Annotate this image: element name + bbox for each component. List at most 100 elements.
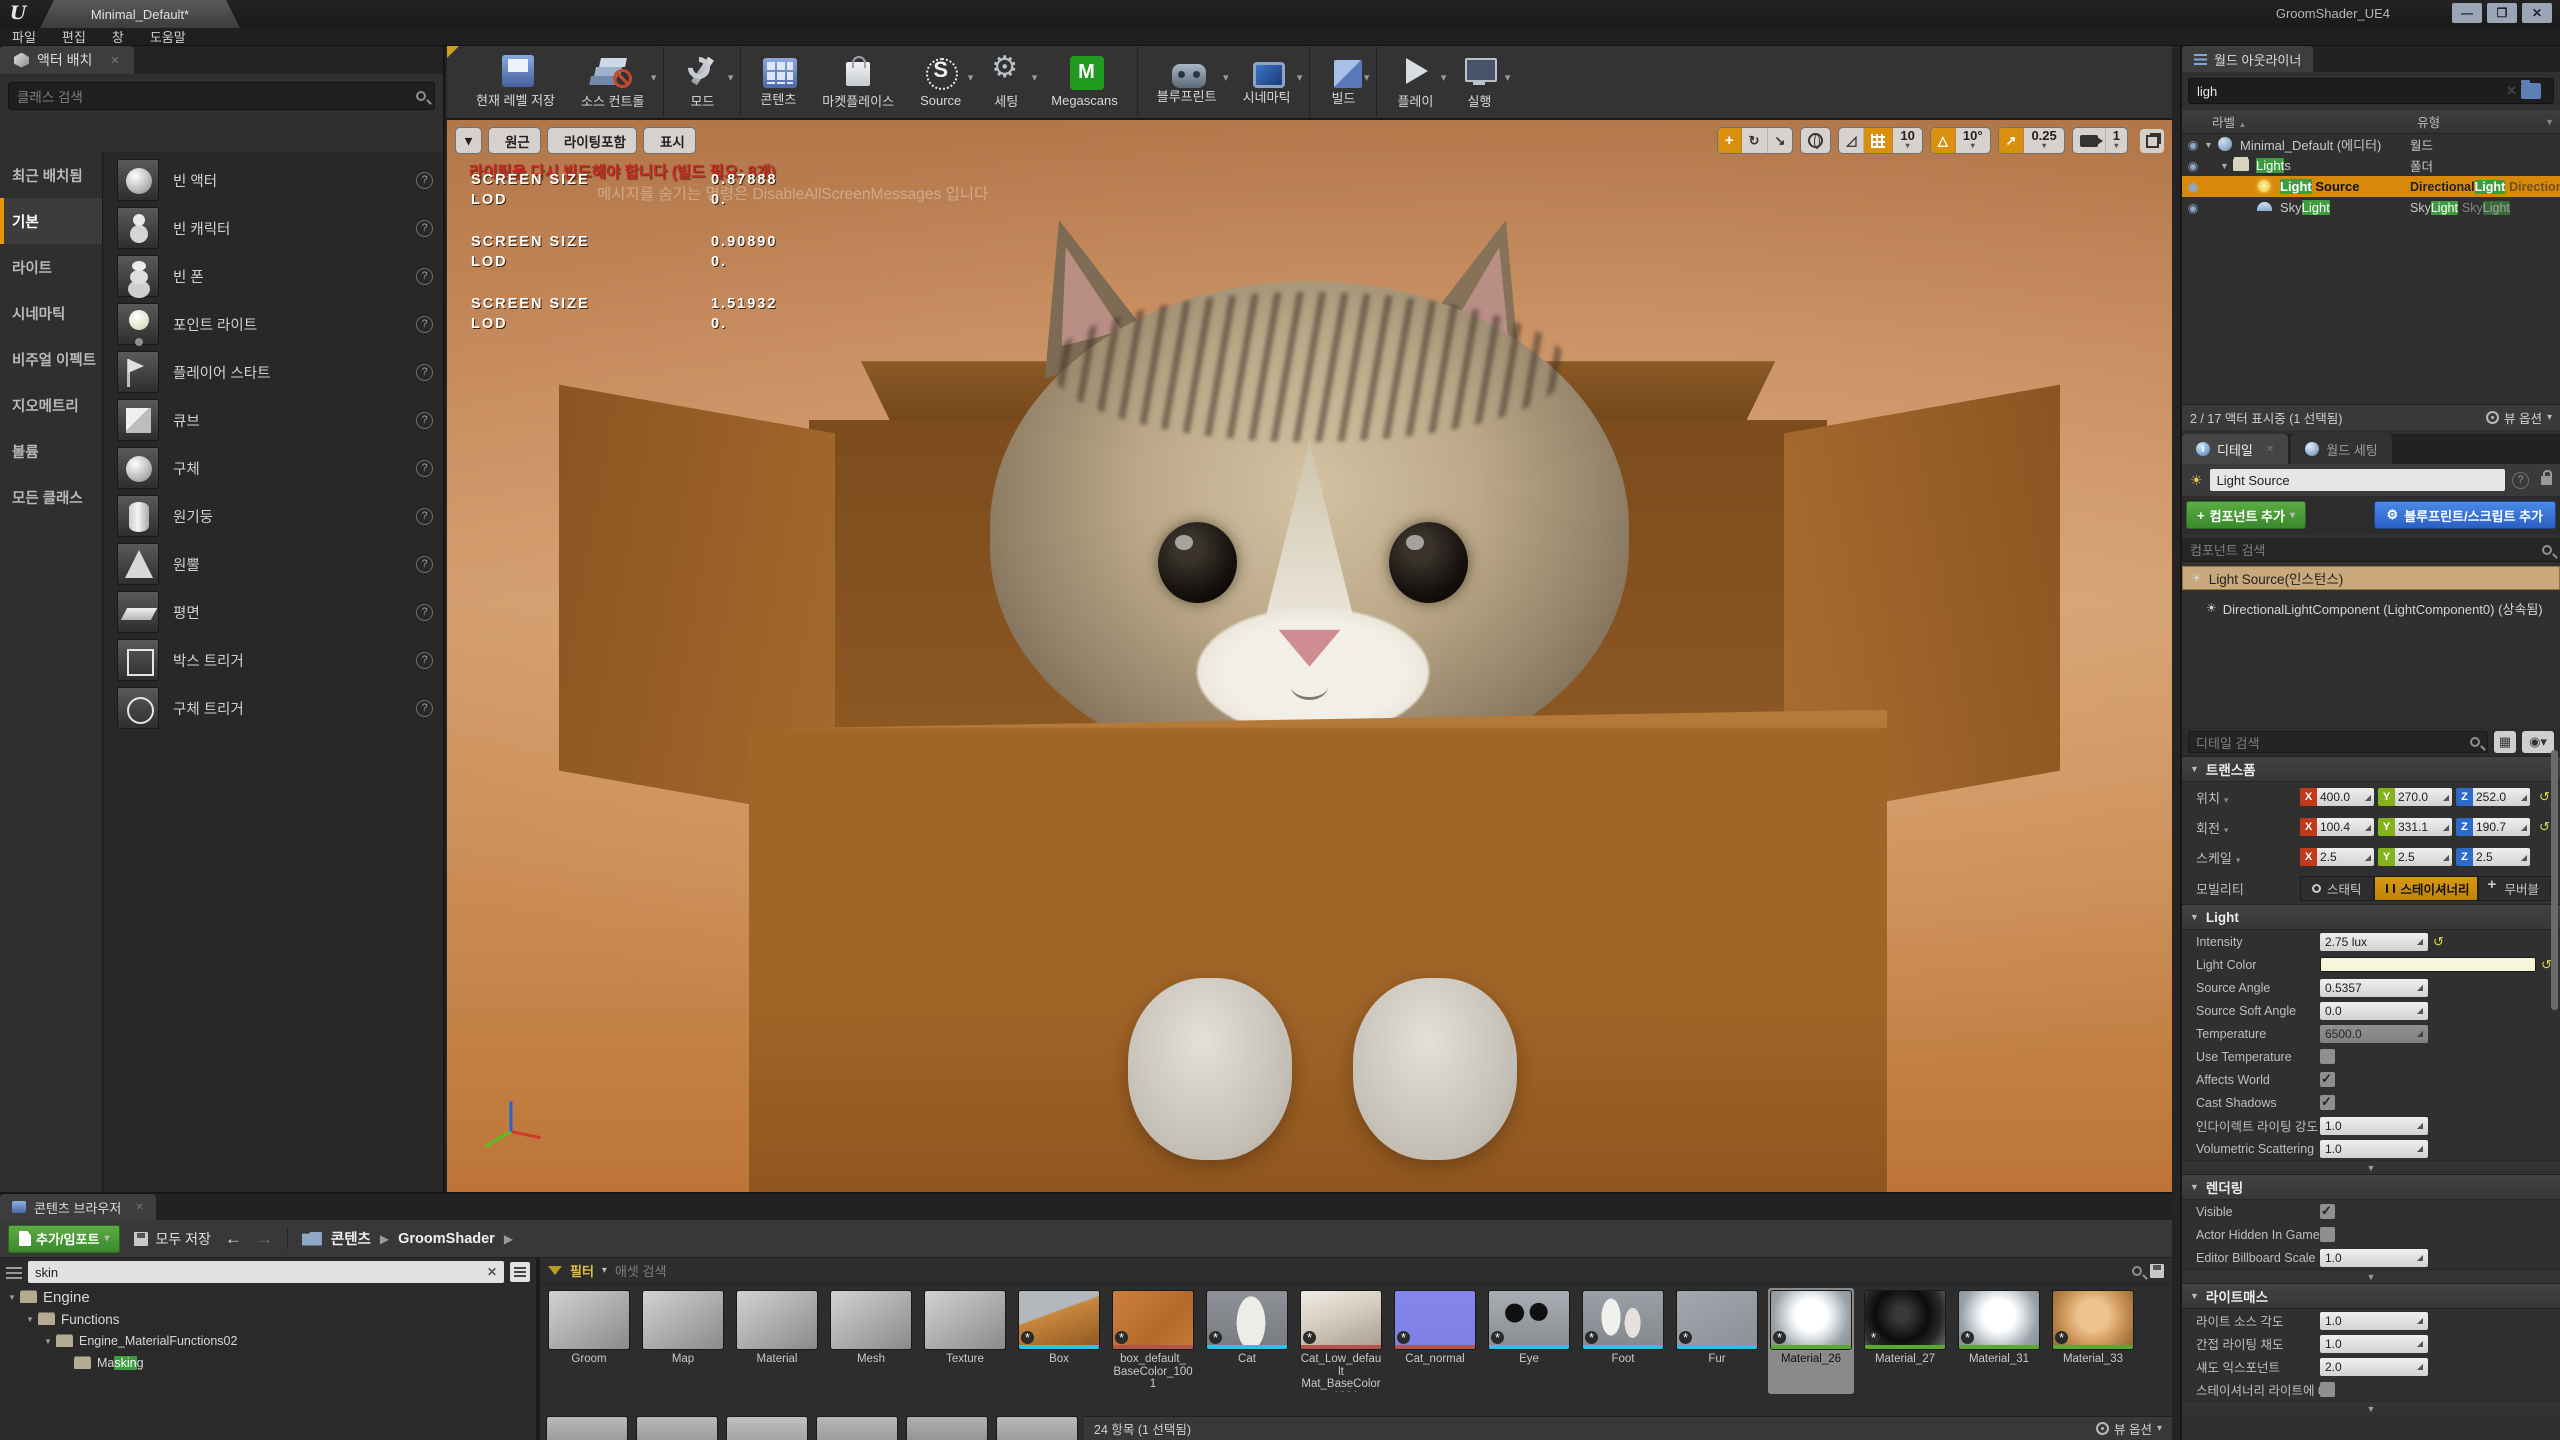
asset-tile[interactable]: * Mesh bbox=[828, 1288, 914, 1394]
asset-tile[interactable]: * Material_33 bbox=[2050, 1288, 2136, 1394]
help-icon[interactable]: ? bbox=[416, 652, 433, 669]
actor-category[interactable]: 모든 클래스 bbox=[0, 474, 102, 520]
mobility-option[interactable]: 무버블 bbox=[2478, 876, 2552, 901]
asset-tile-partial[interactable] bbox=[996, 1416, 1078, 1440]
clear-search-icon[interactable]: ✕ bbox=[2506, 83, 2517, 99]
class-search-input[interactable]: 클래스 검색 bbox=[8, 82, 435, 110]
chevron-down-icon[interactable]: ▾ bbox=[602, 1265, 607, 1276]
actor-item[interactable]: 빈 액터 ? bbox=[103, 156, 443, 204]
visibility-eye-icon[interactable]: ◉ bbox=[2182, 159, 2204, 173]
property-section-header[interactable]: ▼ 라이트매스 bbox=[2182, 1283, 2560, 1309]
help-icon[interactable]: ? bbox=[416, 172, 433, 189]
outliner-search-input[interactable]: ligh ✕ bbox=[2188, 78, 2554, 104]
maximize-button[interactable]: ❐ bbox=[2487, 3, 2517, 23]
property-value-field[interactable]: 1.0◢ bbox=[2320, 1140, 2428, 1158]
save-all-button[interactable]: 모두 저장 bbox=[134, 1229, 210, 1249]
asset-tile[interactable]: * Cat bbox=[1204, 1288, 1290, 1394]
asset-tile[interactable]: * Cat_normal bbox=[1392, 1288, 1478, 1394]
mobility-option[interactable]: 스테이셔너리 bbox=[2374, 876, 2478, 901]
property-value-field[interactable]: 0.5357◢ bbox=[2320, 979, 2428, 997]
chevron-down-icon[interactable]: ▾ bbox=[728, 71, 734, 84]
spinner-icon[interactable]: ◢ bbox=[2417, 937, 2423, 946]
move-tool-button[interactable]: + bbox=[1718, 128, 1742, 153]
actor-item[interactable]: 포인트 라이트 ? bbox=[103, 300, 443, 348]
actor-item[interactable]: 원기둥 ? bbox=[103, 492, 443, 540]
expand-arrow-icon[interactable]: ▼ bbox=[42, 1337, 54, 1346]
camera-speed-value[interactable]: 1▾ bbox=[2106, 128, 2127, 153]
outliner-view-options-button[interactable]: 뷰 옵션▾ bbox=[2486, 408, 2552, 427]
asset-tile[interactable]: * Material_27 bbox=[1862, 1288, 1948, 1394]
actor-item[interactable]: 플레이어 스타트 ? bbox=[103, 348, 443, 396]
actor-category[interactable]: 시네마틱 bbox=[0, 290, 102, 336]
property-section-header[interactable]: ▼ 렌더링 bbox=[2182, 1174, 2560, 1200]
asset-tile[interactable]: * Foot bbox=[1580, 1288, 1666, 1394]
actor-item[interactable]: 큐브 ? bbox=[103, 396, 443, 444]
camera-speed-button[interactable] bbox=[2073, 128, 2106, 153]
asset-tile[interactable]: * Material_31 bbox=[1956, 1288, 2042, 1394]
toolbar-button[interactable]: 마켓플레이스 ▾ bbox=[809, 47, 907, 117]
toolbar-button[interactable]: 실행 ▾ bbox=[1447, 47, 1511, 117]
expand-arrow-icon[interactable]: ▼ bbox=[24, 1315, 36, 1324]
help-icon[interactable]: ? bbox=[416, 700, 433, 717]
transform-z-field[interactable]: 190.7◢ bbox=[2473, 818, 2530, 836]
scale-snap-value[interactable]: 0.25▾ bbox=[2024, 128, 2063, 153]
folder-tree-row[interactable]: ▼ Engine bbox=[0, 1286, 536, 1308]
help-icon[interactable]: ? bbox=[416, 412, 433, 429]
checkbox[interactable] bbox=[2320, 1049, 2335, 1064]
property-value-field[interactable]: 1.0◢ bbox=[2320, 1335, 2428, 1353]
spinner-icon[interactable]: ◢ bbox=[2417, 1253, 2423, 1262]
asset-tile-partial[interactable] bbox=[906, 1416, 988, 1440]
folder-tree-row[interactable]: ▼ Engine_MaterialFunctions02 bbox=[0, 1330, 536, 1352]
spinner-icon[interactable]: ◢ bbox=[2521, 853, 2527, 862]
add-import-button[interactable]: 추가/임포트 ▾ bbox=[8, 1225, 120, 1253]
component-search-input[interactable]: 컴포넌트 검색 bbox=[2182, 538, 2560, 562]
visibility-eye-icon[interactable]: ◉ bbox=[2182, 201, 2204, 215]
spinner-icon[interactable]: ◢ bbox=[2365, 853, 2371, 862]
asset-tile[interactable]: * Texture bbox=[922, 1288, 1008, 1394]
section-collapse-icon[interactable]: ▼ bbox=[2190, 1291, 2199, 1301]
actor-category[interactable]: 지오메트리 bbox=[0, 382, 102, 428]
actor-item[interactable]: 구체 ? bbox=[103, 444, 443, 492]
help-icon[interactable]: ? bbox=[416, 604, 433, 621]
section-expander[interactable]: ▼ bbox=[2182, 1401, 2560, 1415]
scale-tool-button[interactable]: ↘ bbox=[1768, 128, 1793, 153]
spinner-icon[interactable]: ◢ bbox=[2443, 823, 2449, 832]
section-expander[interactable]: ▼ bbox=[2182, 1269, 2560, 1283]
spinner-icon[interactable]: ◢ bbox=[2365, 793, 2371, 802]
asset-tile-partial[interactable] bbox=[546, 1416, 628, 1440]
property-matrix-icon[interactable]: ▦ bbox=[2494, 731, 2516, 753]
content-view-options-button[interactable]: 뷰 옵션▾ bbox=[2096, 1419, 2162, 1438]
help-icon[interactable]: ? bbox=[2512, 472, 2529, 489]
spinner-icon[interactable]: ◢ bbox=[2417, 1316, 2423, 1325]
checkbox[interactable] bbox=[2320, 1072, 2335, 1087]
color-swatch[interactable] bbox=[2320, 957, 2536, 972]
grid-snap-toggle[interactable] bbox=[1864, 128, 1893, 153]
actor-name-field[interactable]: Light Source bbox=[2210, 469, 2505, 491]
spinner-icon[interactable]: ◢ bbox=[2417, 983, 2423, 992]
actor-category[interactable]: 비주얼 이펙트 bbox=[0, 336, 102, 382]
help-icon[interactable]: ? bbox=[416, 364, 433, 381]
viewport-mode-button[interactable]: 표시 bbox=[643, 127, 696, 154]
spinner-icon[interactable]: ◢ bbox=[2443, 793, 2449, 802]
toolbar-button[interactable]: 시네마틱 ▾ bbox=[1230, 47, 1304, 117]
rotation-snap-value[interactable]: 10°▾ bbox=[1956, 128, 1990, 153]
add-blueprint-button[interactable]: ⚙ 블루프린트/스크립트 추가 bbox=[2374, 501, 2556, 529]
reset-to-default-icon[interactable]: ↺ bbox=[2539, 819, 2550, 835]
reset-to-default-icon[interactable]: ↺ bbox=[2433, 934, 2444, 950]
transform-y-field[interactable]: 270.0◢ bbox=[2395, 788, 2452, 806]
help-icon[interactable]: ? bbox=[416, 220, 433, 237]
close-button[interactable]: ✕ bbox=[2522, 3, 2552, 23]
tab-close-icon[interactable]: ✕ bbox=[110, 54, 119, 67]
chevron-down-icon[interactable]: ▾ bbox=[1364, 71, 1370, 84]
spinner-icon[interactable]: ◢ bbox=[2417, 1362, 2423, 1371]
toolbar-button[interactable]: 콘텐츠 ▾ bbox=[740, 47, 809, 117]
asset-tile[interactable]: * Map bbox=[640, 1288, 726, 1394]
collapse-sources-icon[interactable] bbox=[6, 1265, 22, 1279]
toolbar-button[interactable]: 소스 컨트롤 ▾ bbox=[568, 47, 657, 117]
minimize-button[interactable]: — bbox=[2452, 3, 2482, 23]
level-tab[interactable]: Minimal_Default* bbox=[40, 0, 240, 28]
menu-item[interactable]: 도움말 bbox=[150, 27, 186, 46]
expand-arrow-icon[interactable]: ▼ bbox=[2204, 140, 2216, 150]
help-icon[interactable]: ? bbox=[416, 556, 433, 573]
spinner-icon[interactable]: ◢ bbox=[2521, 793, 2527, 802]
